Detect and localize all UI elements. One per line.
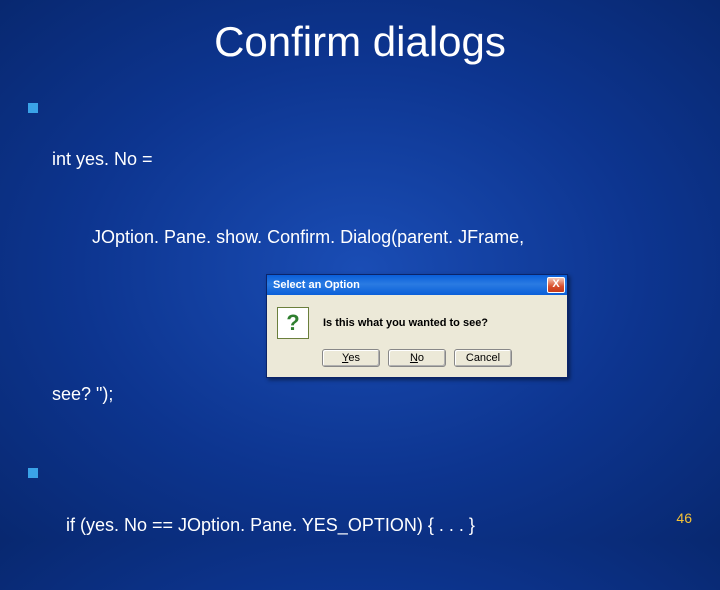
confirm-dialog: Select an Option X ? Is this what you wa… xyxy=(266,274,568,378)
bullet-icon xyxy=(28,103,38,113)
code-line: if (yes. No == JOption. Pane. YES_OPTION… xyxy=(66,512,696,538)
bullet-icon xyxy=(28,468,38,478)
code-block-2: if (yes. No == JOption. Pane. YES_OPTION… xyxy=(52,459,696,589)
dialog-button-row: Yes No Cancel xyxy=(267,345,567,377)
dialog-titlebar: Select an Option X xyxy=(267,275,567,295)
yes-button[interactable]: Yes xyxy=(322,349,380,367)
cancel-button[interactable]: Cancel xyxy=(454,349,512,367)
page-number: 46 xyxy=(676,510,692,526)
dialog-title: Select an Option xyxy=(273,279,360,291)
code-line: JOption. Pane. show. Confirm. Dialog(par… xyxy=(92,224,696,250)
dialog-message: Is this what you wanted to see? xyxy=(323,317,488,329)
code-line: int yes. No = xyxy=(52,146,696,172)
close-button[interactable]: X xyxy=(547,277,565,293)
slide-title: Confirm dialogs xyxy=(0,0,720,66)
no-button[interactable]: No xyxy=(388,349,446,367)
question-icon: ? xyxy=(277,307,309,339)
code-line: see? "); xyxy=(52,381,696,407)
